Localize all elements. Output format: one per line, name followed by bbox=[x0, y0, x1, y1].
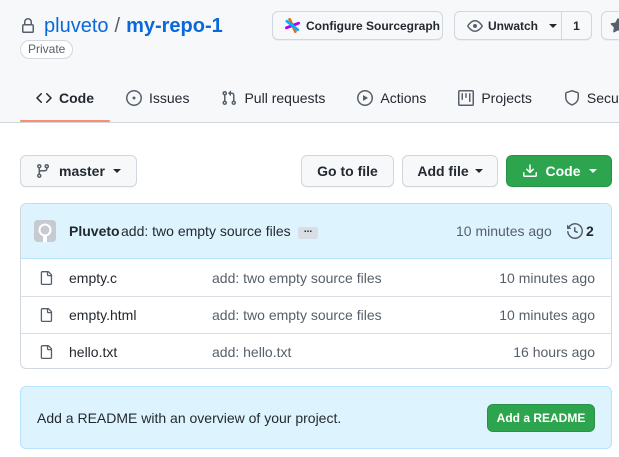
tab-actions-label: Actions bbox=[380, 90, 427, 106]
repo-separator: / bbox=[114, 14, 121, 37]
star-icon bbox=[610, 17, 619, 32]
tab-security[interactable]: Security bbox=[548, 76, 619, 120]
repo-tabs: Code Issues Pull requests Actions Projec… bbox=[20, 76, 619, 122]
chevron-down-icon bbox=[112, 169, 121, 173]
tab-issues[interactable]: Issues bbox=[110, 76, 205, 120]
chevron-down-icon bbox=[588, 169, 597, 173]
latest-commit-bar: Pluveto add: two empty source files ... … bbox=[21, 204, 611, 259]
code-download-button[interactable]: Code bbox=[506, 155, 612, 187]
configure-sourcegraph-label: Configure Sourcegraph bbox=[306, 18, 441, 33]
file-commit-time: 10 minutes ago bbox=[499, 307, 595, 323]
unwatch-label: Unwatch bbox=[488, 18, 539, 33]
chevron-down-icon bbox=[549, 23, 558, 28]
file-browser: Pluveto add: two empty source files ... … bbox=[20, 203, 612, 369]
readme-banner-text: Add a README with an overview of your pr… bbox=[37, 410, 342, 426]
commit-author[interactable]: Pluveto bbox=[69, 223, 120, 239]
commit-time[interactable]: 10 minutes ago bbox=[456, 223, 552, 239]
table-row: empty.c add: two empty source files 10 m… bbox=[21, 259, 611, 296]
tab-projects[interactable]: Projects bbox=[442, 76, 548, 120]
avatar[interactable] bbox=[34, 220, 56, 242]
repo-owner-link[interactable]: pluveto bbox=[44, 15, 109, 38]
shield-icon bbox=[564, 90, 579, 106]
configure-sourcegraph-button[interactable]: Configure Sourcegraph bbox=[272, 11, 443, 40]
commit-count: 2 bbox=[586, 223, 594, 239]
repo-name-link[interactable]: my-repo-1 bbox=[126, 15, 223, 38]
chevron-down-icon bbox=[474, 169, 483, 173]
repo-header: pluveto / my-repo-1 Private Configure So… bbox=[0, 0, 619, 123]
tab-projects-label: Projects bbox=[481, 90, 532, 106]
tab-security-label: Security bbox=[586, 90, 619, 106]
lock-icon bbox=[22, 18, 34, 33]
watchers-count[interactable]: 1 bbox=[561, 19, 592, 33]
add-file-button[interactable]: Add file bbox=[402, 155, 498, 187]
tab-issues-label: Issues bbox=[149, 90, 190, 106]
file-icon bbox=[40, 308, 53, 322]
code-button-label: Code bbox=[545, 163, 581, 179]
eye-icon bbox=[467, 19, 483, 32]
file-icon bbox=[40, 345, 53, 359]
sourcegraph-icon bbox=[285, 18, 300, 33]
tab-actions[interactable]: Actions bbox=[341, 76, 442, 120]
table-row: empty.html add: two empty source files 1… bbox=[21, 296, 611, 333]
tab-code[interactable]: Code bbox=[20, 76, 110, 122]
file-commit-message[interactable]: add: two empty source files bbox=[212, 307, 382, 323]
add-file-label: Add file bbox=[417, 163, 469, 179]
file-commit-time: 16 hours ago bbox=[513, 344, 595, 360]
pull-request-icon bbox=[222, 90, 237, 106]
readme-banner: Add a README with an overview of your pr… bbox=[20, 386, 612, 449]
play-icon bbox=[357, 90, 374, 106]
file-name-link[interactable]: empty.html bbox=[69, 307, 136, 323]
issue-icon bbox=[126, 90, 142, 106]
file-commit-message[interactable]: add: two empty source files bbox=[212, 270, 382, 286]
commit-message[interactable]: add: two empty source files bbox=[121, 223, 291, 239]
file-name-link[interactable]: hello.txt bbox=[69, 344, 117, 360]
default-avatar-icon bbox=[34, 220, 56, 242]
go-to-file-button[interactable]: Go to file bbox=[301, 155, 394, 187]
tab-pull-requests-label: Pull requests bbox=[244, 90, 326, 106]
unwatch-button[interactable]: Unwatch 1 bbox=[454, 11, 592, 40]
tab-code-label: Code bbox=[59, 90, 94, 106]
code-icon bbox=[36, 92, 52, 104]
expand-commit-button[interactable]: ... bbox=[298, 225, 318, 239]
branch-name: master bbox=[59, 163, 105, 179]
file-icon bbox=[40, 270, 53, 285]
branch-selector[interactable]: master bbox=[20, 155, 137, 187]
star-button[interactable] bbox=[601, 11, 619, 40]
tab-pull-requests[interactable]: Pull requests bbox=[205, 76, 341, 120]
table-row: hello.txt add: hello.txt 16 hours ago bbox=[21, 333, 611, 368]
download-icon bbox=[522, 164, 537, 177]
go-to-file-label: Go to file bbox=[317, 163, 378, 179]
commit-history-link[interactable]: 2 bbox=[567, 223, 594, 239]
repo-title: pluveto / my-repo-1 bbox=[20, 12, 223, 40]
file-commit-message[interactable]: add: hello.txt bbox=[212, 344, 291, 360]
file-commit-time: 10 minutes ago bbox=[499, 269, 595, 286]
file-name-link[interactable]: empty.c bbox=[69, 270, 117, 286]
add-readme-label: Add a README bbox=[496, 411, 586, 425]
add-readme-button[interactable]: Add a README bbox=[487, 404, 595, 432]
table-icon bbox=[458, 90, 475, 106]
git-branch-icon bbox=[36, 164, 49, 179]
history-icon bbox=[567, 223, 583, 239]
visibility-badge: Private bbox=[20, 40, 74, 59]
